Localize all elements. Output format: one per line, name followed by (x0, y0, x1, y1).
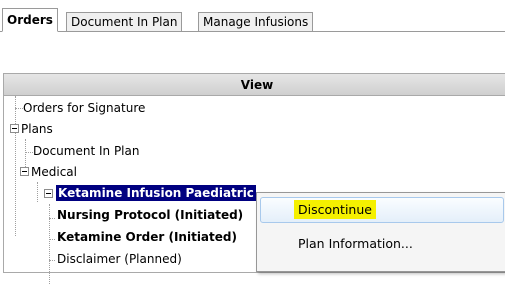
tree-item-label: Orders for Signature (23, 101, 146, 115)
tree-item-plans[interactable]: Plans (20, 119, 54, 140)
tree-connector (49, 239, 55, 240)
collapse-icon[interactable] (20, 167, 29, 176)
tree-connector (15, 96, 16, 236)
tree-connector (49, 218, 55, 219)
menu-item-label: Discontinue (294, 200, 376, 219)
tree-item-medical[interactable]: Medical (30, 162, 78, 183)
menu-item-plan-information[interactable]: Plan Information... (260, 231, 504, 257)
tree-item-label: Nursing Protocol (Initiated) (57, 208, 244, 222)
context-menu: Discontinue Plan Information... (256, 192, 505, 272)
tree-connector (37, 182, 38, 202)
collapse-icon[interactable] (44, 189, 53, 198)
view-header: View (4, 74, 505, 96)
tree-item-label: Disclaimer (Planned) (57, 252, 182, 266)
tree-item-nursing-protocol[interactable]: Nursing Protocol (Initiated) (56, 205, 244, 226)
tab-orders[interactable]: Orders (2, 8, 58, 32)
tree-item-label: Plans (21, 122, 53, 136)
tree-item-orders-for-signature[interactable]: Orders for Signature (22, 98, 146, 119)
collapse-icon[interactable] (10, 124, 19, 133)
tree-item-document-in-plan[interactable]: Document In Plan (32, 141, 140, 162)
tree-connector (49, 204, 50, 284)
tab-bar-baseline (0, 31, 505, 32)
tree-item-ketamine-infusion-paediatric[interactable]: Ketamine Infusion Paediatric (56, 183, 256, 204)
tree-item-label: Ketamine Order (Initiated) (57, 230, 237, 244)
tree-connector (49, 260, 55, 261)
tree-item-label: Document In Plan (33, 144, 140, 158)
tab-manage-infusions[interactable]: Manage Infusions (198, 12, 314, 31)
tree-item-ketamine-order[interactable]: Ketamine Order (Initiated) (56, 227, 238, 248)
menu-item-discontinue[interactable]: Discontinue (260, 197, 504, 223)
tab-document-in-plan[interactable]: Document In Plan (66, 12, 183, 31)
tree-item-label: Medical (31, 165, 77, 179)
menu-item-label: Plan Information... (298, 236, 413, 251)
tree-item-label: Ketamine Infusion Paediatric (56, 185, 256, 201)
tree-item-disclaimer[interactable]: Disclaimer (Planned) (56, 249, 183, 270)
